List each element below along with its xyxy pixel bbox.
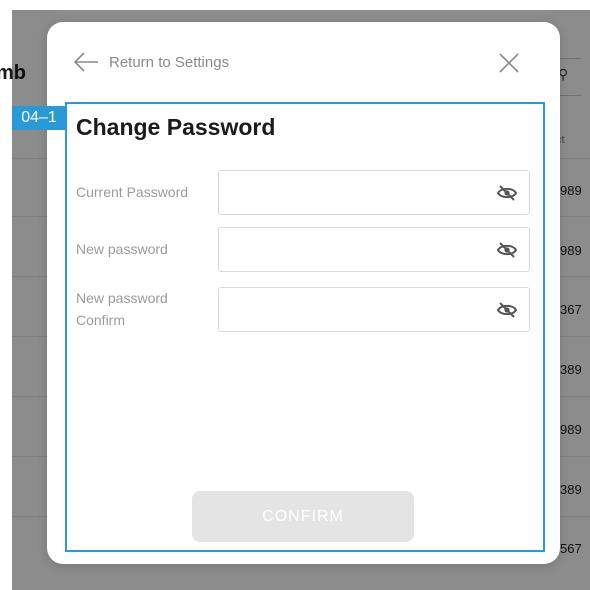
annotation-tag: 04–1 [12,106,66,130]
current-password-input[interactable] [218,170,530,215]
arrow-left-icon [73,52,98,72]
new-password-confirm-label: New password Confirm [76,287,168,331]
eye-off-icon[interactable] [497,241,517,259]
return-to-settings-link[interactable]: Return to Settings [73,52,229,72]
return-to-settings-label: Return to Settings [109,53,230,71]
eye-off-icon[interactable] [497,301,517,319]
current-password-label: Current Password [76,184,189,200]
new-password-confirm-input[interactable] [218,287,530,332]
new-password-confirm-label-line1: New password [76,290,168,306]
page-title: Change Password [76,114,276,140]
new-password-confirm-label-line2: Confirm [76,312,126,328]
new-password-label: New password [76,241,168,257]
confirm-button[interactable]: CONFIRM [192,491,414,542]
eye-off-icon[interactable] [497,184,517,202]
close-icon[interactable] [497,51,521,75]
new-password-input[interactable] [218,227,530,272]
